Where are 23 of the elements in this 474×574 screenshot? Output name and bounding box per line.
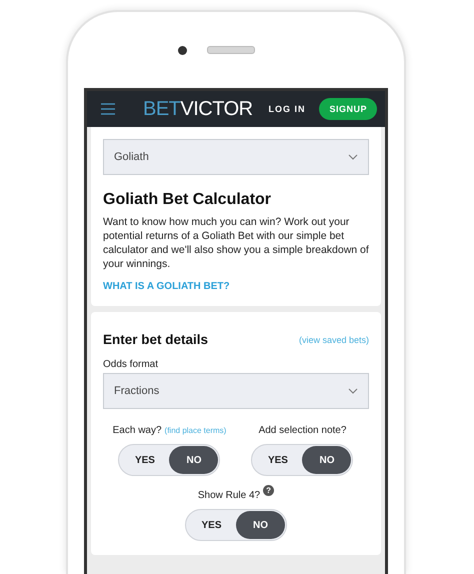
calculator-title: Goliath Bet Calculator — [103, 191, 272, 209]
odds-format-select[interactable]: Fractions — [103, 373, 369, 409]
toggle-label: Add selection note? — [258, 425, 346, 436]
intro-text: Want to know how much you can win? Work out your potential returns of a Goliath Bet with our simple bet calculator and we'll also show you a simple breakdown of your winnings. — [103, 215, 369, 271]
logo[interactable]: BETVICTOR — [143, 98, 268, 120]
speaker-icon — [206, 46, 254, 54]
menu-icon[interactable] — [101, 103, 115, 115]
bet-type-select[interactable]: Goliath — [103, 139, 369, 175]
camera-icon — [178, 46, 186, 54]
toggle-option[interactable]: YES — [253, 446, 302, 474]
field-label: Odds format — [103, 359, 160, 370]
section-title: Enter bet details — [103, 332, 208, 347]
login-link[interactable]: LOG IN — [268, 104, 306, 114]
chevron-down-icon — [348, 388, 358, 394]
chevron-down-icon — [348, 154, 358, 160]
help-icon[interactable]: ? — [263, 485, 274, 496]
toggle-option[interactable]: NO — [169, 446, 218, 474]
toggle-label: Show Rule 4? — [198, 490, 260, 501]
toggle-option[interactable]: NO — [302, 446, 352, 474]
toggle-option[interactable]: YES — [120, 446, 170, 474]
toggle-option[interactable]: YES — [187, 511, 236, 539]
toggle-label: Each way? — [112, 425, 162, 436]
toggle-option[interactable]: NO — [236, 511, 285, 539]
